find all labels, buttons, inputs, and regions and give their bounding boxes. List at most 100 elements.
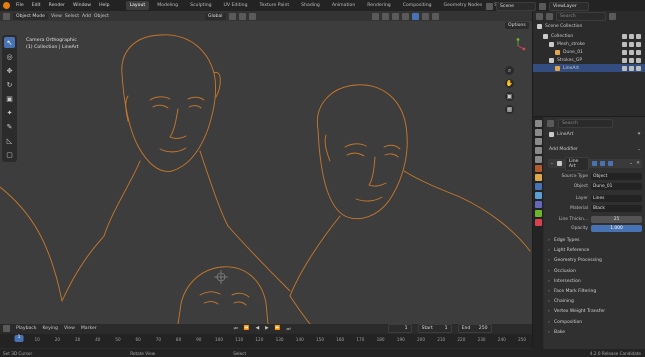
tab-animation[interactable]: Animation [328,1,359,10]
menu-render[interactable]: Render [47,3,67,8]
filter-icon[interactable] [609,12,616,20]
move-tool-icon[interactable]: ✥ [4,65,15,76]
tab-compositing[interactable]: Compositing [399,1,436,10]
add-cube-tool-icon[interactable]: ▢ [4,149,15,160]
timeline-menu-view[interactable]: View [64,326,75,331]
panel-edge-types[interactable]: › Edge Types [548,236,642,245]
modifier-menu-icon[interactable]: ⌄ [629,161,633,166]
start-frame-field[interactable]: Start 1 [417,324,452,333]
outliner-search-input[interactable]: Search [556,11,606,21]
tool-tab-icon[interactable] [534,120,542,127]
camera-view-icon[interactable]: ▣ [505,92,514,101]
fx-tab-icon[interactable] [534,192,542,199]
current-frame-field[interactable]: 1 [387,324,412,333]
camera-icon[interactable] [636,41,641,47]
outliner-row[interactable]: Mesh_stroke [533,40,645,48]
outliner-row[interactable]: Dune_01 [533,48,645,56]
tab-sculpting[interactable]: Sculpting [186,1,215,10]
object-mode-dropdown[interactable]: Object Mode [13,12,48,20]
viewport-menu-add[interactable]: Add [82,14,91,19]
frame-ruler[interactable]: 1 10 20 30 40 50 60 70 80 90 100 110 120 130 140 150 160… [0,334,532,348]
panel-face-mark-filtering[interactable]: › Face Mark Filtering [548,287,642,296]
remove-modifier-icon[interactable]: ✕ [636,161,640,166]
view-layer-field[interactable]: ViewLayer [549,2,589,11]
opacity-slider[interactable]: 1.000 [591,224,642,232]
world-tab-icon[interactable] [534,165,542,172]
pin-icon[interactable]: ✶ [637,132,641,137]
pan-hand-icon[interactable]: ✋ [505,79,514,88]
source-type-dropdown[interactable]: Object [591,172,642,180]
zoom-icon[interactable]: ⌕ [505,66,514,75]
outliner-row[interactable]: Collection [533,32,645,40]
viewport-3d[interactable]: Object Mode View Select Add Object Globa… [0,11,532,324]
props-editor-icon[interactable] [547,120,554,127]
cursor-tool-icon[interactable]: ◎ [4,51,15,62]
material-tab-icon[interactable] [534,219,542,226]
viewport-menu-object[interactable]: Object [94,14,109,19]
menu-window[interactable]: Window [71,3,93,8]
edit-mode-icon[interactable] [591,161,597,166]
visibility-icon[interactable] [371,12,379,20]
timeline-menu-marker[interactable]: Marker [81,326,97,331]
play-icon[interactable]: ▶ [265,326,269,331]
overlay-icon[interactable] [391,12,399,20]
material-field[interactable]: Black [591,204,642,212]
scale-tool-icon[interactable]: ▣ [4,93,15,104]
snap-icon[interactable] [238,12,246,20]
pivot-icon[interactable] [228,12,236,20]
checkbox-icon[interactable] [622,65,627,71]
shading-solid-icon[interactable] [411,12,419,20]
viewport-menu-select[interactable]: Select [65,14,79,19]
ortho-toggle-icon[interactable]: ▦ [505,105,514,114]
props-search-input[interactable]: Search [558,119,613,128]
next-key-icon[interactable]: ⏩ [275,326,281,331]
show-render-icon[interactable] [607,161,613,166]
view-layer-tab-icon[interactable] [534,147,542,154]
scene-tab-icon[interactable] [534,156,542,163]
modifier-tab-icon[interactable] [534,183,542,190]
checkbox-icon[interactable] [622,57,627,63]
blender-logo-icon[interactable] [3,2,10,9]
panel-bake[interactable]: › Bake [548,328,642,337]
shading-rendered-icon[interactable] [431,12,439,20]
transform-orientation-dropdown[interactable]: Global [204,12,226,20]
select-tool-icon[interactable]: ↖ [4,37,15,48]
tab-modeling[interactable]: Modeling [153,1,182,10]
outliner-editor-icon[interactable] [536,12,543,20]
camera-icon[interactable] [636,33,641,39]
camera-icon[interactable] [636,65,641,71]
tab-layout[interactable]: Layout [125,1,150,10]
eye-icon[interactable] [629,33,634,39]
timeline-menu-playback[interactable]: Playback [16,326,37,331]
camera-icon[interactable] [636,57,641,63]
prev-key-icon[interactable]: ⏪ [244,326,250,331]
eye-icon[interactable] [629,41,634,47]
timeline-editor-icon[interactable] [3,325,10,332]
tab-rendering[interactable]: Rendering [363,1,394,10]
scene-field[interactable]: Scene [496,2,536,11]
eye-icon[interactable] [629,49,634,55]
outliner-scene-collection[interactable]: Scene Collection [533,22,645,30]
end-frame-field[interactable]: End 250 [457,324,492,333]
menu-edit[interactable]: Edit [30,3,43,8]
measure-tool-icon[interactable]: ◺ [4,135,15,146]
panel-chaining[interactable]: › Chaining [548,297,642,306]
object-tab-icon[interactable] [534,174,542,181]
play-reverse-icon[interactable]: ◀ [256,326,260,331]
display-mode-icon[interactable] [546,12,553,20]
panel-intersection[interactable]: › Intersection [548,277,642,286]
panel-geometry-processing[interactable]: › Geometry Processing [548,256,642,265]
xray-icon[interactable] [401,12,409,20]
timeline-menu-keying[interactable]: Keying [43,326,58,331]
menu-file[interactable]: File [14,3,26,8]
outliner-row[interactable]: Strokes_GP [533,56,645,64]
axis-gizmo[interactable] [510,38,526,56]
proportional-edit-icon[interactable] [248,12,256,20]
output-tab-icon[interactable] [534,138,542,145]
panel-occlusion[interactable]: › Occlusion [548,267,642,276]
camera-icon[interactable] [636,49,641,55]
eye-icon[interactable] [629,65,634,71]
tab-uv-editing[interactable]: UV Editing [220,1,252,10]
layer-field[interactable]: Lines [591,194,642,202]
eye-icon[interactable] [629,57,634,63]
